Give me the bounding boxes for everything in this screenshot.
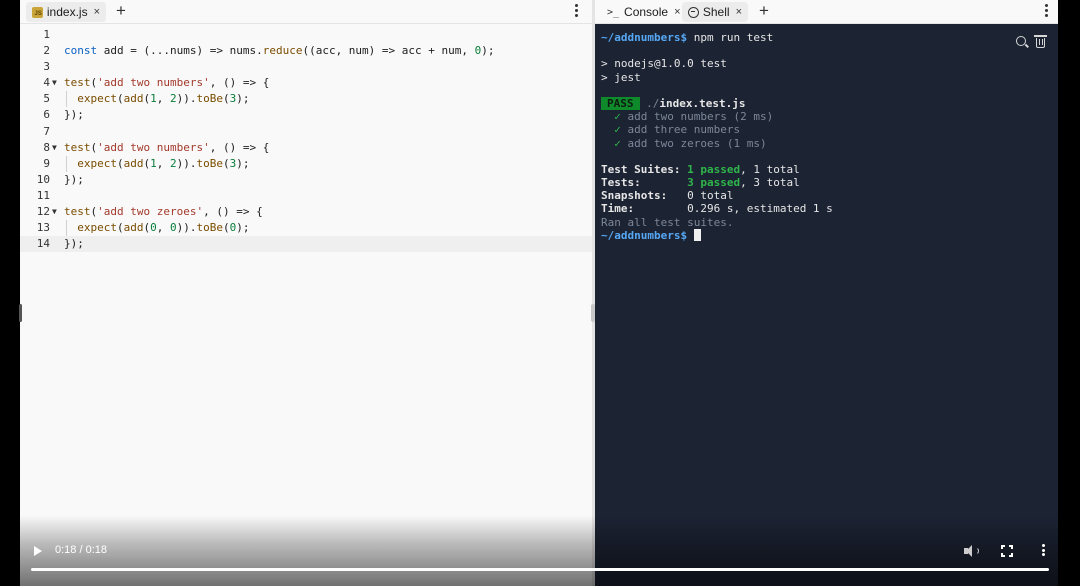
shell-icon [688, 6, 699, 18]
line-number: 5 [43, 92, 50, 106]
tab-index-js[interactable]: JS index.js × [26, 2, 106, 22]
terminal-line: > jest [601, 70, 641, 84]
terminal-line: ~/addnumbers$ [601, 228, 833, 242]
tab-shell[interactable]: Shell × [682, 2, 748, 22]
line-number: 7 [43, 124, 50, 138]
terminal-line: ~/addnumbers$ npm run test [601, 31, 774, 44]
editor-tab-bar: JS index.js × + [20, 0, 592, 24]
code-line[interactable]: 11 [20, 188, 592, 204]
more-options-icon[interactable] [1043, 3, 1049, 19]
code-text: }); [64, 172, 84, 186]
fold-arrow-icon[interactable]: ▼ [52, 204, 57, 220]
tab-console[interactable]: >_ Console × [601, 2, 681, 22]
add-tab-button[interactable]: + [755, 1, 773, 21]
code-line[interactable]: 5 expect(add(1, 2)).toBe(3); [20, 91, 592, 108]
code-line[interactable]: 14}); [20, 236, 592, 253]
close-icon[interactable]: × [674, 6, 680, 18]
terminal-line: ✓ add two zeroes (1 ms) [614, 136, 767, 150]
terminal-line: ✓ add three numbers [614, 123, 741, 137]
terminal-line: Ran all test suites. [601, 215, 734, 229]
video-time: 0:18 / 0:18 [55, 544, 107, 556]
line-number: 4 [43, 76, 50, 90]
line-number: 9 [43, 156, 50, 170]
code-line[interactable]: 4 ▼ test('add two numbers', () => { [20, 75, 592, 91]
code-text: expect(add(0, 0)).toBe(0); [77, 221, 250, 235]
fullscreen-icon[interactable] [1001, 545, 1013, 557]
fold-arrow-icon[interactable]: ▼ [52, 140, 57, 156]
tab-label: Shell [702, 5, 730, 19]
code-editor[interactable]: JS index.js × + 1 2 const add = (...nums) … [20, 0, 592, 586]
line-number: 6 [43, 108, 50, 122]
play-icon[interactable] [32, 544, 44, 558]
trash-icon[interactable] [1034, 34, 1048, 50]
code-line[interactable]: 7 [20, 124, 592, 140]
close-icon[interactable]: × [736, 6, 742, 18]
code-text: }); [64, 237, 84, 251]
more-options-icon[interactable] [573, 3, 579, 19]
terminal-line: PASS ./index.test.js [601, 96, 833, 110]
code-line[interactable]: 1 [20, 27, 592, 43]
terminal-line: > nodejs@1.0.0 test [601, 57, 727, 71]
code-line[interactable]: 12 ▼ test('add two zeroes', () => { [20, 204, 592, 220]
terminal-line: Tests: 3 passed, 3 total [601, 176, 800, 190]
code-line[interactable]: 2 const add = (...nums) => nums.reduce((a… [20, 43, 592, 59]
line-number: 3 [43, 60, 50, 74]
line-number: 14 [36, 237, 50, 251]
code-text: }); [64, 108, 84, 122]
code-text: expect(add(1, 2)).toBe(3); [77, 156, 250, 170]
add-tab-button[interactable]: + [112, 1, 130, 21]
code-text: test('add two zeroes', () => { [64, 205, 263, 219]
shell-pane[interactable]: >_ Console × Shell × + ~/addnumbers$ npm… [595, 0, 1058, 586]
code-line[interactable]: 9 expect(add(1, 2)).toBe(3); [20, 155, 592, 172]
console-icon: >_ [607, 6, 620, 18]
terminal-line: Test Suites: 1 passed, 1 total [601, 162, 800, 176]
line-number: 12 [36, 205, 50, 219]
line-number: 13 [36, 221, 50, 235]
close-icon[interactable]: × [94, 6, 100, 18]
terminal-toolbar [1015, 34, 1048, 50]
line-number: 2 [43, 44, 50, 58]
code-text: expect(add(1, 2)).toBe(3); [77, 92, 250, 106]
code-text: test('add two numbers', () => { [64, 76, 270, 90]
search-icon[interactable] [1015, 34, 1029, 50]
code-line[interactable]: 8 ▼ test('add two numbers', () => { [20, 140, 592, 156]
left-resize-handle[interactable] [19, 304, 22, 322]
tab-label: index.js [46, 5, 88, 19]
js-file-icon: JS [32, 6, 43, 18]
terminal-output[interactable]: ~/addnumbers$ npm run test > nodejs@1.0.… [601, 31, 833, 242]
video-progress-bar[interactable] [31, 568, 1049, 571]
line-number: 10 [36, 172, 50, 186]
terminal-line: ✓ add two numbers (2 ms) [614, 110, 774, 124]
code-text: test('add two numbers', () => { [64, 140, 270, 154]
code-line[interactable]: 13 expect(add(0, 0)).toBe(0); [20, 220, 592, 237]
code-text: const add = (...nums) => nums.reduce((ac… [64, 44, 495, 58]
volume-icon[interactable] [963, 544, 979, 558]
fold-arrow-icon[interactable]: ▼ [52, 75, 57, 91]
terminal-tab-bar: >_ Console × Shell × + [595, 0, 1058, 24]
terminal-line: Snapshots: 0 total [601, 189, 734, 203]
line-number: 11 [36, 188, 50, 202]
line-number: 8 [43, 140, 50, 154]
code-line[interactable]: 3 [20, 59, 592, 75]
video-controls-overlay [20, 515, 1060, 586]
code-area[interactable]: 1 2 const add = (...nums) => nums.reduce((… [20, 27, 592, 253]
line-number: 1 [43, 28, 50, 41]
terminal-line: Time: 0.296 s, estimated 1 s [601, 202, 833, 216]
more-icon[interactable] [1040, 544, 1046, 558]
code-line[interactable]: 6}); [20, 107, 592, 123]
code-line[interactable]: 10}); [20, 172, 592, 188]
tab-label: Console [624, 5, 669, 19]
